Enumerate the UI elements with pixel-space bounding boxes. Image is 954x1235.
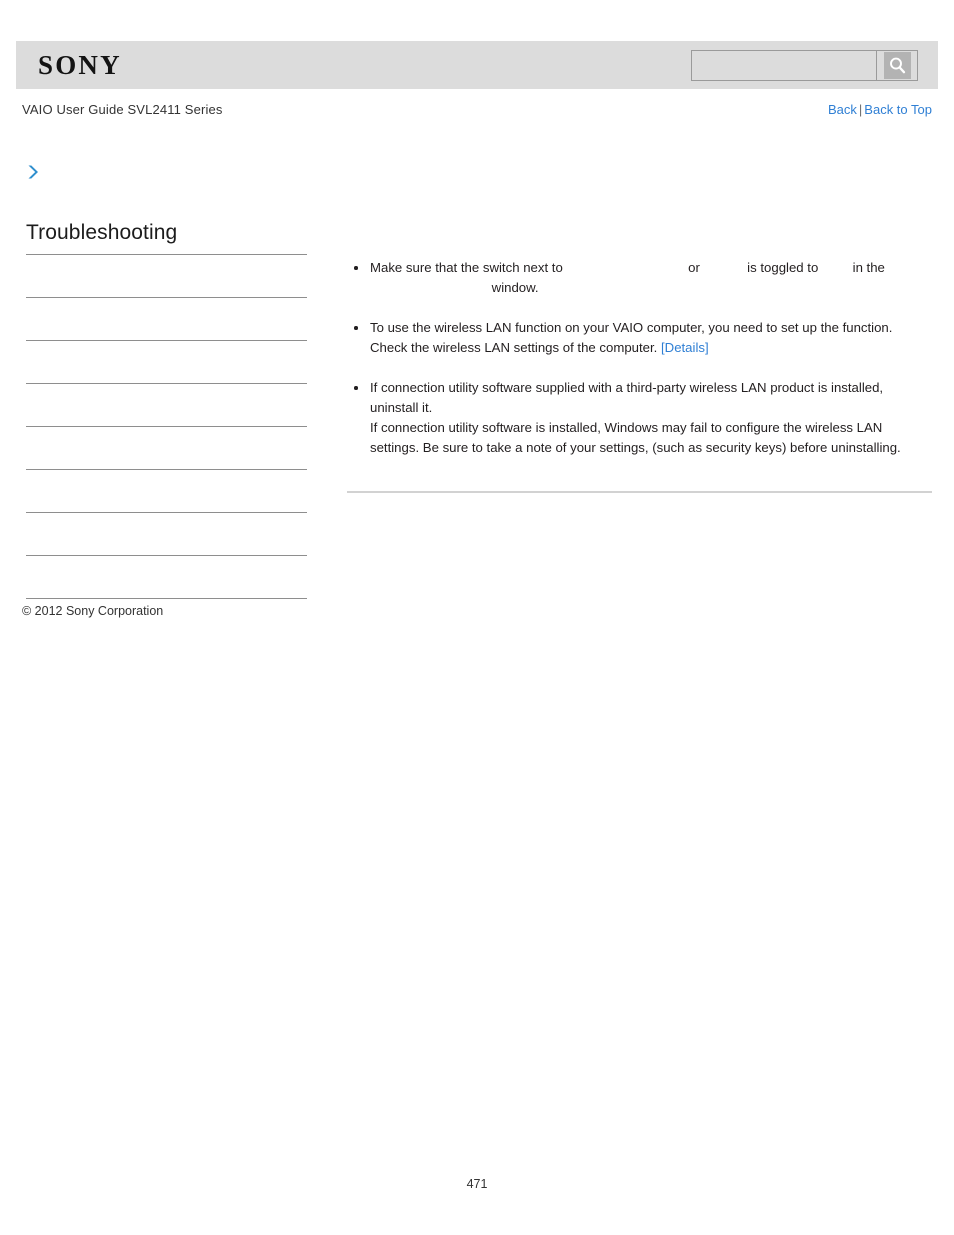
back-link[interactable]: Back — [828, 102, 857, 117]
troubleshooting-bullet-list: Make sure that the switch next to or is … — [347, 258, 932, 458]
sidebar-item-6[interactable] — [26, 470, 307, 513]
sidebar-item-2[interactable] — [26, 298, 307, 341]
list-item: Make sure that the switch next to or is … — [347, 258, 932, 298]
sidebar-heading: Troubleshooting — [26, 221, 178, 244]
search-button[interactable] — [876, 51, 917, 80]
header-nav-links: Back | Back to Top — [828, 102, 932, 117]
sidebar-item-4[interactable] — [26, 384, 307, 427]
list-item: To use the wireless LAN function on your… — [347, 318, 932, 358]
page-title: VAIO User Guide SVL2411 Series — [22, 102, 223, 117]
back-to-top-link[interactable]: Back to Top — [864, 102, 932, 117]
sidebar-item-7[interactable] — [26, 513, 307, 556]
search-box — [691, 50, 918, 81]
list-item: If connection utility software supplied … — [347, 378, 932, 458]
site-header-band: SONY — [16, 41, 938, 89]
sidebar: Troubleshooting — [26, 220, 307, 599]
details-link[interactable]: [Details] — [661, 340, 709, 355]
main-content: Make sure that the switch next to or is … — [347, 258, 932, 458]
sidebar-item-8[interactable] — [26, 556, 307, 599]
sony-logo: SONY — [38, 50, 122, 80]
search-input[interactable] — [692, 51, 876, 80]
search-icon — [883, 52, 911, 79]
sidebar-item-5[interactable] — [26, 427, 307, 470]
chevron-right-icon[interactable] — [24, 163, 42, 181]
content-bottom-rule — [347, 491, 932, 493]
sidebar-item-3[interactable] — [26, 341, 307, 384]
copyright-text: © 2012 Sony Corporation — [22, 604, 164, 618]
sidebar-item-1[interactable] — [26, 255, 307, 298]
title-row: VAIO User Guide SVL2411 Series Back | Back… — [0, 102, 954, 122]
page-number: 471 — [466, 1177, 488, 1191]
